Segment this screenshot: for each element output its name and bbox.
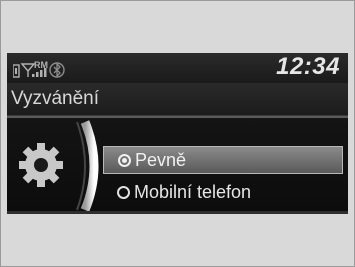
- title-bar: Vyzvánění: [7, 83, 348, 116]
- display-screen: RM 12:34 Vyzvánění Pevně Mobilní telefon: [7, 53, 348, 214]
- settings-dial: [19, 120, 99, 212]
- option-pevne[interactable]: Pevně: [103, 146, 343, 174]
- phone-icon: [13, 64, 20, 78]
- clock: 12:34: [276, 53, 340, 80]
- dial-arc: [80, 120, 99, 212]
- gear-icon: [19, 143, 63, 187]
- bottom-edge: [7, 211, 348, 214]
- page-title: Vyzvánění: [11, 88, 100, 109]
- signal-label: RM: [34, 60, 48, 70]
- option-label: Pevně: [135, 149, 187, 170]
- menu-content: Pevně Mobilní telefon: [7, 118, 348, 214]
- radio-unselected-icon: [117, 185, 130, 199]
- option-label: Mobilní telefon: [134, 181, 252, 202]
- radio-selected-icon: [118, 153, 131, 167]
- status-icons: RM: [13, 60, 65, 78]
- option-mobilni-telefon[interactable]: Mobilní telefon: [103, 178, 343, 206]
- status-bar: RM 12:34: [7, 53, 348, 83]
- bluetooth-icon: [49, 62, 65, 78]
